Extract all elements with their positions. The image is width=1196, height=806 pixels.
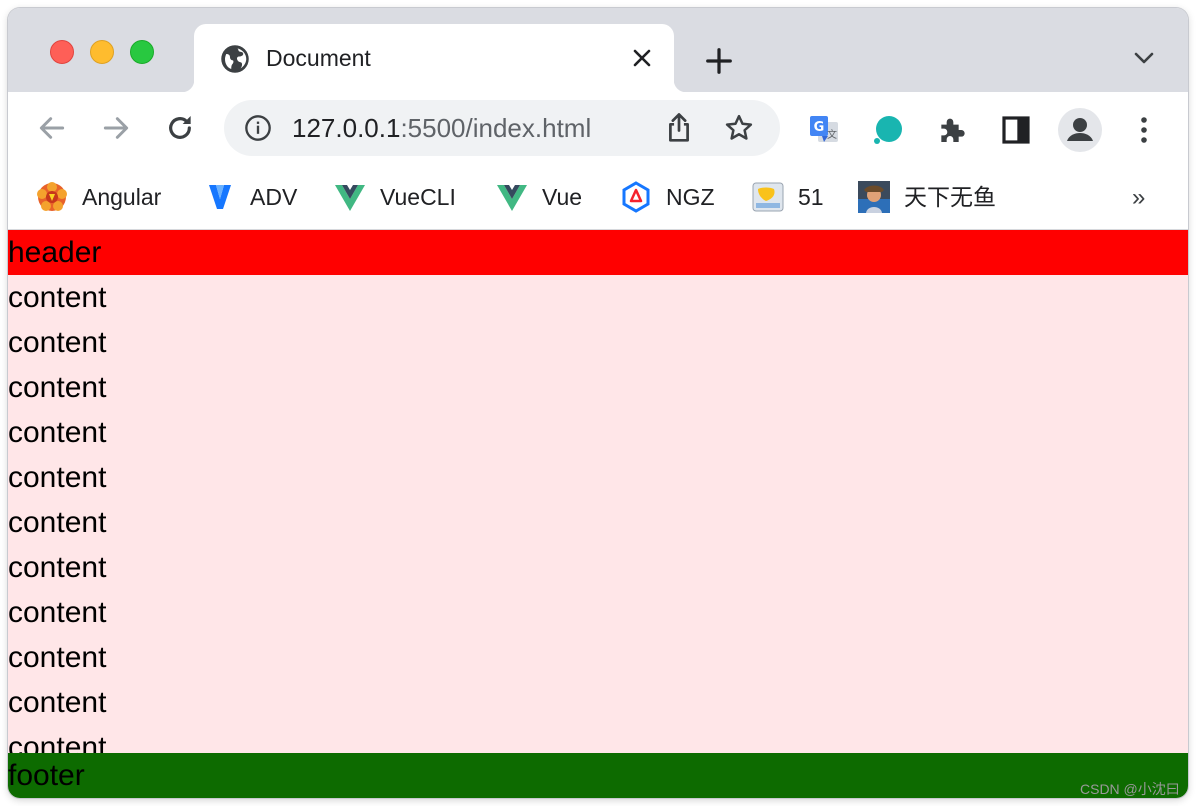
adv-icon <box>209 185 231 209</box>
content-line: content <box>8 326 107 359</box>
address-bar[interactable]: 127.0.0.1:5500/index.html <box>224 100 780 156</box>
avatar-icon <box>858 181 890 213</box>
ngz-icon <box>622 181 650 213</box>
bookmark-label: VueCLI <box>380 184 456 210</box>
chevron-down-icon[interactable] <box>1132 48 1156 68</box>
back-arrow-icon[interactable] <box>36 112 68 144</box>
reload-icon[interactable] <box>164 112 196 144</box>
bookmark-label: ADV <box>250 184 298 210</box>
bookmark-vue[interactable]: Vue <box>496 180 582 214</box>
person-icon <box>1067 118 1093 141</box>
google-translate-icon[interactable]: G 文 <box>808 114 840 146</box>
vue-icon <box>497 185 527 211</box>
page-content: content content content content content … <box>8 275 1188 753</box>
content-line: content <box>8 371 107 404</box>
content-line: content <box>8 686 107 719</box>
bookmark-label: NGZ <box>666 184 715 210</box>
url-path: :5500/index.html <box>400 113 592 143</box>
toolbar: 127.0.0.1:5500/index.html G 文 <box>8 92 1188 164</box>
svg-text:文: 文 <box>827 128 837 141</box>
tab-document[interactable]: Document <box>182 24 686 92</box>
vue-icon <box>335 185 365 211</box>
page-header: header <box>8 230 1188 275</box>
bookmark-vuecli[interactable]: VueCLI <box>334 180 456 214</box>
watermark: CSDN @小沈曰 <box>1080 781 1180 797</box>
window-minimize-button[interactable] <box>90 40 114 64</box>
bookmark-adv[interactable]: ADV <box>204 180 297 214</box>
bookmark-label: Angular <box>82 184 162 210</box>
bookmarks-bar: Angular ADV VueCLI Vue NGZ 51 天下无鱼 » <box>8 164 1188 230</box>
content-line: content <box>8 596 107 629</box>
url-host: 127.0.0.1 <box>292 113 401 143</box>
puzzle-icon[interactable] <box>936 114 968 146</box>
bookmarks-overflow-button[interactable]: » <box>1132 184 1145 212</box>
browser-window: Document 127.0.0.1:5500/index.html G 文 A… <box>8 8 1188 798</box>
star-icon[interactable] <box>724 113 754 143</box>
content-line: content <box>8 416 107 449</box>
side-panel-icon[interactable] <box>1000 114 1032 146</box>
content-line: content <box>8 641 107 674</box>
forward-arrow-icon[interactable] <box>100 112 132 144</box>
page-viewport: header content content content content c… <box>8 230 1188 798</box>
profile-avatar-button[interactable] <box>1058 108 1102 152</box>
page-footer: footer <box>8 753 1188 798</box>
window-close-button[interactable] <box>50 40 74 64</box>
content-line: content <box>8 281 107 314</box>
bookmark-51[interactable]: 51 <box>752 180 824 214</box>
window-maximize-button[interactable] <box>130 40 154 64</box>
share-icon[interactable] <box>664 112 694 144</box>
content-line: content <box>8 731 107 753</box>
close-icon[interactable] <box>630 46 654 70</box>
svg-text:G: G <box>814 120 825 135</box>
folder-icon <box>752 182 784 212</box>
more-vert-icon[interactable] <box>1134 114 1154 146</box>
bookmark-label: 51 <box>798 184 824 210</box>
tab-strip: Document <box>8 8 1188 92</box>
angular-icon <box>37 182 67 211</box>
bookmark-angular[interactable]: Angular <box>36 180 161 214</box>
content-line: content <box>8 461 107 494</box>
content-line: content <box>8 506 107 539</box>
bookmark-tianxiawuyu[interactable]: 天下无鱼 <box>858 180 996 214</box>
content-line: content <box>8 551 107 584</box>
bookmark-label: 天下无鱼 <box>904 184 996 210</box>
info-icon[interactable] <box>244 114 272 142</box>
bookmark-label: Vue <box>542 184 583 210</box>
extension-green-icon[interactable] <box>872 114 904 146</box>
globe-icon <box>221 45 249 73</box>
tab-title: Document <box>266 45 371 71</box>
new-tab-button[interactable] <box>704 46 734 76</box>
url-text[interactable]: 127.0.0.1:5500/index.html <box>292 113 591 143</box>
bookmark-ngz[interactable]: NGZ <box>620 180 715 214</box>
